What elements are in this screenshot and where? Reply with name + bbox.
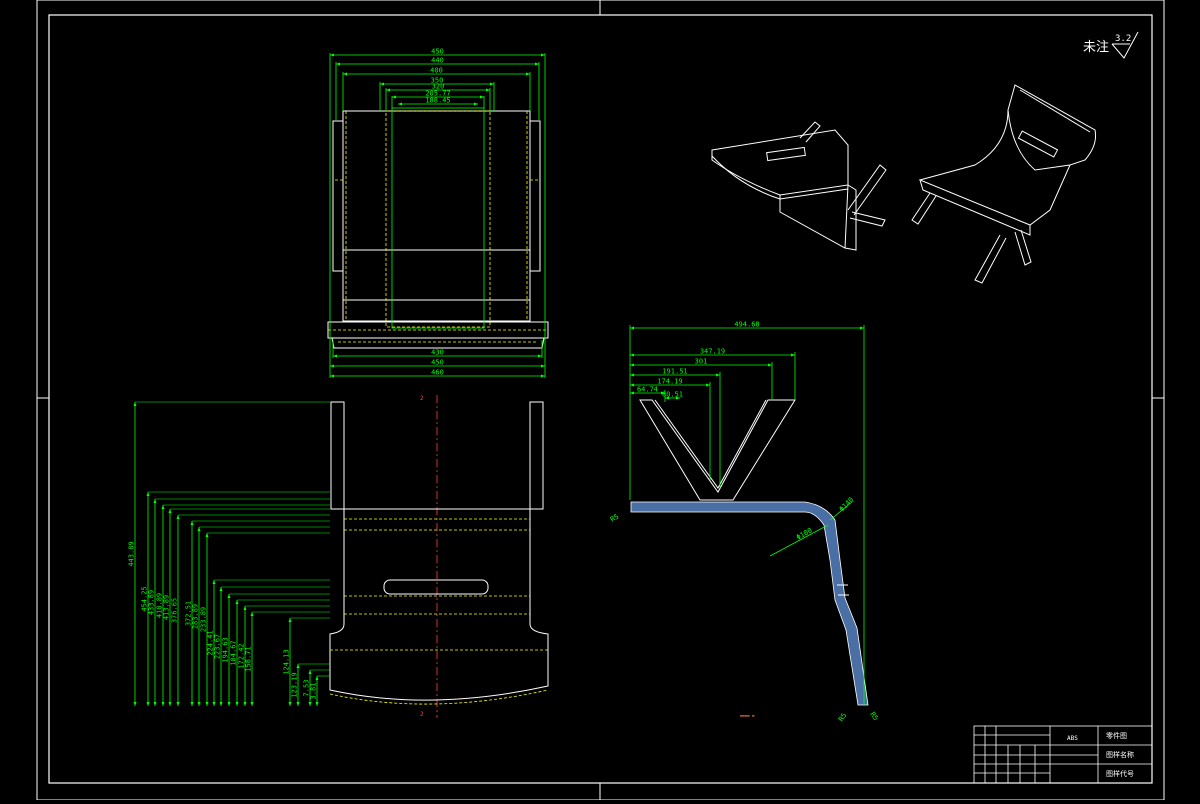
bottom-width-dim-2: 460 [330,369,545,378]
section-dim-5-label: 64.74 [637,386,658,394]
top-width-dim-0: 450 [330,48,545,57]
radius-label-bottom-2: R5 [868,711,879,723]
bottom-width-dim-1: 450 [330,359,545,368]
radius-label-left: R5 [609,513,620,524]
section-dim-3-label: 191.51 [662,368,687,376]
top-width-dim-1-label: 440 [431,57,444,65]
center-mark-bottom: 2 [420,711,424,718]
diameter-label-inner: Φ100 [795,526,814,541]
isometric-view-right [911,84,1096,284]
front-height-dim-0-label: 443.89 [128,541,136,566]
note-label: 未注 [1083,40,1109,55]
roughness-value: 3.2 [1115,34,1131,44]
section-dim-6-label: 80.51 [662,391,683,399]
seat-profile [630,501,869,706]
bottom-width-dim-2-label: 460 [431,369,444,377]
section-horizontal-dimensions: 494.68 347.19 301 191.51 174.1964.74 80.51 [630,321,864,400]
section-dim-1-label: 347.19 [700,348,725,356]
section-dim-6: 80.51 [662,391,683,400]
front-height-dim-8-label: 233.89 [200,607,208,632]
front-height-dim-3: 418.89 [156,504,330,706]
bottom-width-dim-0-label: 430 [431,349,444,357]
top-width-dim-2: 400 [343,67,530,76]
center-mark-top: 2 [420,395,424,402]
front-height-dim-7-label: 283.89 [192,604,200,629]
front-height-dim-12-label: 184.67 [230,640,238,665]
section-view: 494.68 347.19 301 191.51 174.1964.74 80.51 R5… [609,321,880,724]
section-dim-5: 64.74 [630,386,665,395]
title-field-name: 图样名称 [1106,750,1134,759]
bottom-width-dim-0: 430 [333,349,542,358]
radius-label-bottom-1: R5 [837,712,848,724]
top-width-dimensions: 450440400350320205.77188.45 [330,48,545,106]
front-height-dim-18: 3.81 [310,675,330,706]
sheet-border [36,0,1165,801]
front-height-dim-5-label: 376.65 [171,598,179,623]
front-height-dim-7: 283.89 [192,526,330,706]
title-field-part: 零件图 [1106,731,1127,740]
top-width-dim-1: 440 [336,57,539,66]
surface-note: 未注 3.2 [1083,31,1139,59]
isometric-view-left [711,121,887,251]
title-field-code: 图样代号 [1106,769,1134,778]
diameter-label-outer: Φ140 [838,496,856,514]
section-dim-0-label: 494.68 [734,321,759,329]
bottom-width-dim-1-label: 450 [431,359,444,367]
front-height-dim-18-label: 3.81 [310,683,318,700]
title-block: ABS 零件图 图样名称 图样代号 [973,725,1153,784]
front-view: 2 2 443.89454.25 433.89 418.89 413.89 376.65… [128,395,549,718]
front-height-dim-14-label: 158.71 [245,646,253,671]
section-dim-3: 191.51 [630,368,720,377]
front-height-dim-15-label: 124.13 [283,649,291,674]
front-height-dim-11-label: 194.63 [222,637,230,662]
bottom-width-dimensions: 430 450 460 [330,349,545,378]
front-height-dim-10-label: 223.67 [214,634,222,659]
top-width-dim-6-label: 188.45 [425,97,450,105]
top-width-dim-2-label: 400 [430,67,443,75]
section-dim-4-label: 174.19 [657,378,682,386]
section-dim-0: 494.68 [630,321,864,330]
top-width-dim-0-label: 450 [431,48,444,56]
section-dim-2: 301 [630,358,772,367]
tiny-note: ▬▬▬▬ ▬ [740,713,755,718]
front-height-dim-4-label: 413.89 [163,595,171,620]
section-dim-2-label: 301 [695,358,708,366]
section-dim-1: 347.19 [630,348,795,357]
front-height-dim-2-label: 433.89 [148,590,156,615]
top-width-dim-6: 188.45 [398,97,478,106]
front-height-dim-16-label: 123.19 [291,672,299,697]
drawing-canvas: 未注 3.2 450440400350320205.77188.45 43045… [36,0,1165,801]
cad-drawing-sheet: 未注 3.2 450 440 400 350 320 205.77 188.45… [0,0,1200,801]
title-material: ABS [1067,735,1078,742]
front-height-dimensions: 443.89454.25 433.89 418.89 413.89 376.65 372.… [128,401,330,706]
top-view: 450440400350320205.77188.45 430450460 [327,48,549,378]
